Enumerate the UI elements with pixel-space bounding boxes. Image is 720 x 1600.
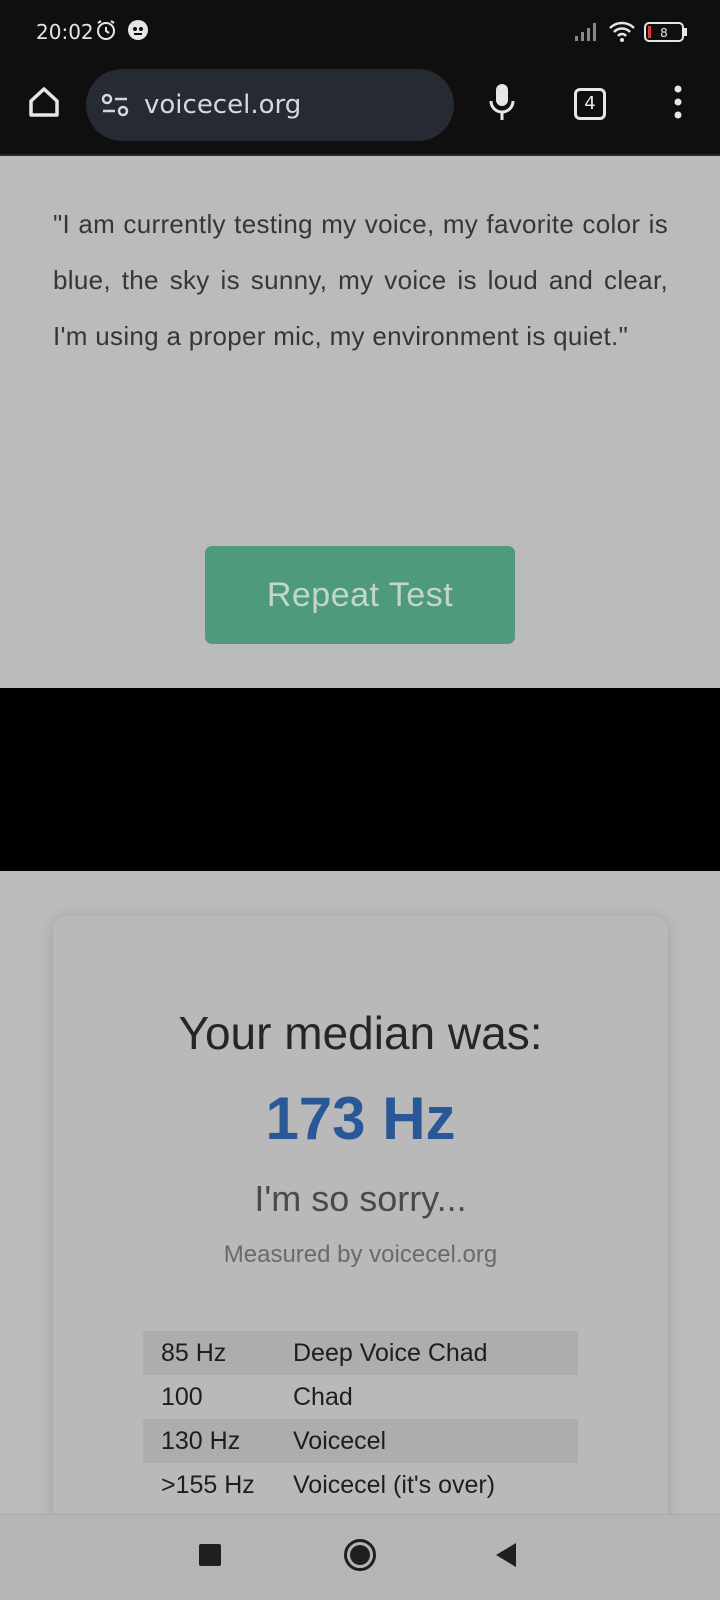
alarm-icon	[94, 18, 118, 47]
home-nav-button[interactable]	[336, 1533, 384, 1581]
table-cell-hz: 100	[161, 1382, 203, 1411]
more-menu-button[interactable]	[654, 80, 702, 128]
repeat-test-button[interactable]: Repeat Test	[205, 546, 515, 644]
status-bar: 20:02 8	[0, 0, 720, 64]
result-card: Your median was: 173 Hz I'm so sorry... …	[53, 916, 668, 1514]
battery-icon: 8	[644, 21, 688, 48]
table-row: 85 Hz Deep Voice Chad	[143, 1331, 578, 1375]
measured-by-text: Measured by voicecel.org	[223, 1241, 498, 1268]
tabs-icon: 4	[574, 88, 606, 120]
recents-icon	[198, 1543, 222, 1572]
home-icon	[26, 84, 62, 125]
voice-search-button[interactable]	[478, 80, 526, 128]
verdict-text: I'm so sorry...	[254, 1178, 467, 1219]
browser-toolbar: voicecel.org 4	[0, 64, 720, 156]
wifi-icon	[608, 19, 636, 48]
table-cell-hz: 130 Hz	[161, 1426, 241, 1455]
status-time: 20:02	[36, 20, 94, 44]
table-cell-label: Deep Voice Chad	[293, 1338, 488, 1367]
reference-table: 85 Hz Deep Voice Chad 100 Chad 130 Hz Vo…	[143, 1331, 578, 1507]
back-button[interactable]	[482, 1533, 530, 1581]
table-row: 100 Chad	[143, 1375, 578, 1419]
signal-icon	[574, 20, 600, 47]
more-icon	[673, 85, 683, 124]
clipped-text-line	[53, 156, 668, 160]
ad-banner-area	[0, 688, 720, 871]
battery-level-text: 8	[660, 26, 668, 40]
home-circle-icon	[343, 1538, 377, 1577]
home-button[interactable]	[20, 80, 68, 128]
address-bar[interactable]: voicecel.org	[86, 69, 454, 141]
notification-app-icon	[126, 18, 150, 47]
site-settings-icon[interactable]	[100, 93, 130, 122]
test-sentence: "I am currently testing my voice, my fav…	[53, 209, 668, 351]
url-text: voicecel.org	[144, 90, 302, 120]
tab-count: 4	[584, 93, 596, 114]
back-icon	[494, 1542, 518, 1573]
system-navigation-bar	[0, 1514, 720, 1600]
tabs-button[interactable]: 4	[566, 80, 614, 128]
table-cell-hz: >155 Hz	[161, 1470, 255, 1499]
table-cell-label: Voicecel	[293, 1426, 387, 1455]
table-row: >155 Hz Voicecel (it's over)	[143, 1463, 578, 1507]
mic-icon	[487, 82, 517, 127]
table-cell-label: Chad	[293, 1382, 353, 1411]
table-cell-label: Voicecel (it's over)	[293, 1470, 496, 1499]
table-cell-hz: 85 Hz	[161, 1338, 227, 1367]
median-value: 173 Hz	[265, 1085, 456, 1152]
median-title: Your median was:	[178, 1007, 543, 1059]
table-row: 130 Hz Voicecel	[143, 1419, 578, 1463]
recents-button[interactable]	[186, 1533, 234, 1581]
web-page[interactable]: "I am currently testing my voice, my fav…	[0, 156, 720, 1514]
